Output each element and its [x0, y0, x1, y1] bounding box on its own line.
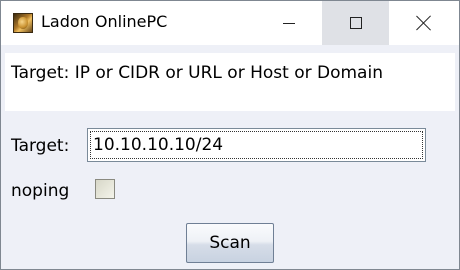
info-text: Target: IP or CIDR or URL or Host or Dom…	[11, 63, 383, 83]
info-panel: Target: IP or CIDR or URL or Host or Dom…	[5, 53, 455, 111]
window-title: Ladon OnlinePC	[41, 12, 168, 31]
noping-label: noping	[11, 181, 70, 201]
noping-checkbox[interactable]	[95, 179, 115, 199]
scan-button-label: Scan	[209, 233, 251, 253]
target-input[interactable]: 10.10.10.10/24	[87, 128, 426, 162]
maximize-button[interactable]	[322, 1, 389, 45]
minimize-icon	[282, 22, 295, 24]
minimize-button[interactable]	[255, 1, 322, 45]
maximize-icon	[349, 17, 362, 29]
target-input-value: 10.10.10.10/24	[93, 135, 224, 155]
app-icon	[13, 13, 33, 33]
app-icon-face	[18, 17, 28, 29]
close-button[interactable]	[389, 1, 459, 45]
target-label: Target:	[11, 136, 70, 156]
title-bar[interactable]: Ladon OnlinePC	[1, 1, 459, 45]
scan-button[interactable]: Scan	[186, 223, 274, 263]
close-icon	[416, 15, 432, 31]
app-window: Ladon OnlinePC Target: IP or CIDR or URL…	[0, 0, 460, 270]
